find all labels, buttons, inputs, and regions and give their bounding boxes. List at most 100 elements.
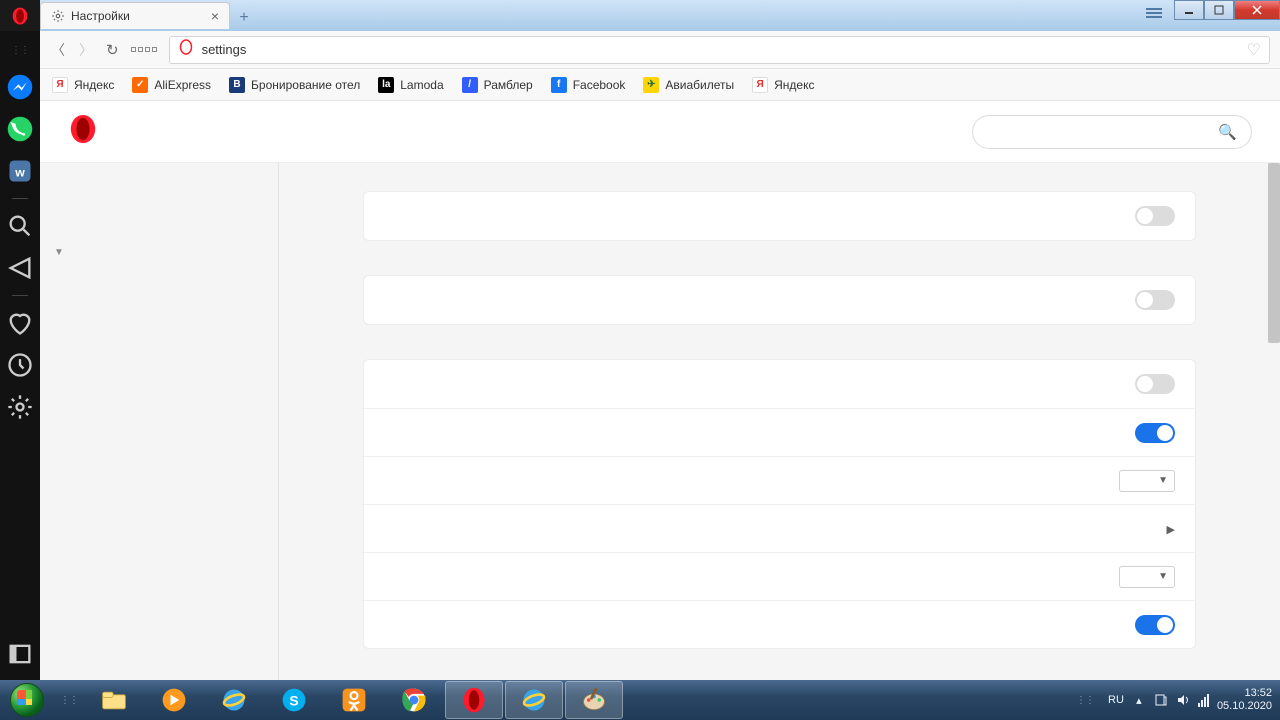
ie-taskbar-button[interactable] — [205, 681, 263, 719]
tabs-menu-icon[interactable] — [1144, 6, 1164, 20]
vk-icon[interactable]: w — [6, 157, 34, 185]
back-button[interactable]: 〈 — [50, 40, 66, 60]
settings-sidebar-icon[interactable] — [6, 393, 34, 421]
svg-text:w: w — [14, 165, 25, 179]
settings-row[interactable] — [364, 600, 1195, 648]
scrollbar-thumb[interactable] — [1268, 163, 1280, 343]
settings-main-pane: ▼ ▶ ▼ — [279, 163, 1280, 680]
dropdown-select[interactable]: ▼ — [1119, 470, 1175, 492]
bookmark-favicon: la — [378, 77, 394, 93]
bookmark-item[interactable]: ЯЯндекс — [52, 77, 114, 93]
maximize-button[interactable] — [1204, 0, 1234, 20]
forward-button[interactable]: 〉 — [78, 40, 94, 60]
windows-taskbar: ⋮⋮ S ⋮⋮ RU ▴ 13:52 05.10.2020 — [0, 680, 1280, 720]
bookmark-label: Facebook — [573, 78, 626, 92]
sidebar-grip-icon[interactable]: ⋮⋮ — [11, 45, 29, 56]
speed-dial-button[interactable] — [131, 47, 157, 52]
search-icon: 🔍 — [1218, 123, 1237, 141]
tray-time: 13:52 — [1217, 687, 1272, 700]
tray-clock[interactable]: 13:52 05.10.2020 — [1217, 687, 1272, 713]
toggle-switch[interactable] — [1135, 374, 1175, 394]
paint-taskbar-button[interactable] — [565, 681, 623, 719]
bookmark-item[interactable]: BБронирование отел — [229, 77, 360, 93]
tray-grip-icon[interactable]: ⋮⋮ — [1070, 695, 1100, 706]
settings-search[interactable]: 🔍 — [972, 115, 1252, 149]
bookmark-favicon: ✓ — [132, 77, 148, 93]
settings-row[interactable] — [364, 276, 1195, 324]
dropdown-select[interactable]: ▼ — [1119, 566, 1175, 588]
settings-row[interactable]: ▼ — [364, 456, 1195, 504]
skype-taskbar-button[interactable]: S — [265, 681, 323, 719]
bookmark-label: Авиабилеты — [665, 78, 734, 92]
titlebar: Настройки × + — [0, 0, 1280, 31]
settings-row[interactable] — [364, 192, 1195, 240]
opera-menu-button[interactable] — [0, 0, 40, 31]
volume-icon[interactable] — [1176, 693, 1190, 707]
toggle-switch[interactable] — [1135, 206, 1175, 226]
bookmark-label: Рамблер — [484, 78, 533, 92]
heart-sidebar-icon[interactable] — [6, 309, 34, 337]
reload-button[interactable]: ↻ — [106, 41, 119, 59]
system-tray: ⋮⋮ RU ▴ 13:52 05.10.2020 — [1070, 680, 1280, 720]
close-window-button[interactable] — [1234, 0, 1280, 20]
bookmark-label: Lamoda — [400, 78, 443, 92]
toggle-switch[interactable] — [1135, 423, 1175, 443]
explorer-taskbar-button[interactable] — [85, 681, 143, 719]
settings-row[interactable] — [364, 360, 1195, 408]
settings-row[interactable]: ▼ — [364, 552, 1195, 600]
bookmark-label: AliExpress — [154, 78, 211, 92]
language-indicator[interactable]: RU — [1108, 694, 1124, 706]
taskbar-grip-icon[interactable]: ⋮⋮ — [54, 695, 84, 706]
minimize-button[interactable] — [1174, 0, 1204, 20]
settings-header: 🔍 — [40, 101, 1280, 163]
settings-search-input[interactable] — [987, 124, 1218, 139]
search-sidebar-icon[interactable] — [6, 212, 34, 240]
history-icon[interactable] — [6, 351, 34, 379]
bookmark-label: Яндекс — [774, 78, 814, 92]
messenger-icon[interactable] — [6, 73, 34, 101]
bookmark-label: Яндекс — [74, 78, 114, 92]
browser-tab[interactable]: Настройки × — [40, 2, 230, 29]
chrome-taskbar-button[interactable] — [385, 681, 443, 719]
tray-chevron-up-icon[interactable]: ▴ — [1132, 693, 1146, 707]
address-bar[interactable]: ♡ — [169, 36, 1270, 64]
bookmarks-bar: Я Яндекс ✓ AliExpress BБронирование отел la La… — [40, 69, 1280, 101]
action-center-icon[interactable] — [1154, 693, 1168, 707]
tab-title: Настройки — [71, 9, 205, 23]
sidebar-separator — [12, 295, 28, 296]
chevron-right-icon[interactable]: ▶ — [1167, 524, 1175, 536]
panel-toggle-icon[interactable] — [6, 640, 34, 668]
opera-taskbar-button[interactable] — [445, 681, 503, 719]
chevron-down-icon[interactable]: ▼ — [54, 247, 64, 258]
new-tab-button[interactable]: + — [230, 4, 258, 31]
navigation-toolbar: 〈 〉 ↻ ♡ — [40, 31, 1280, 69]
toggle-switch[interactable] — [1135, 615, 1175, 635]
network-signal-icon[interactable] — [1198, 693, 1209, 707]
page-content: 🔍 ▼ ▼ ▶ ▼ — [40, 101, 1280, 680]
toggle-switch[interactable] — [1135, 290, 1175, 310]
settings-row[interactable]: ▶ — [364, 504, 1195, 552]
sidebar-separator — [12, 198, 28, 199]
flow-icon[interactable] — [6, 254, 34, 282]
start-button[interactable] — [0, 680, 54, 720]
bookmark-favicon: f — [551, 77, 567, 93]
bookmark-favicon: B — [229, 77, 245, 93]
url-input[interactable] — [202, 42, 1239, 57]
ie-window-taskbar-button[interactable] — [505, 681, 563, 719]
opera-sidebar: ⋮⋮ w — [0, 31, 40, 680]
bookmark-item[interactable]: ✓ AliExpress — [132, 77, 211, 93]
bookmark-favicon: Я — [752, 77, 768, 93]
tab-close-button[interactable]: × — [211, 8, 219, 24]
settings-row[interactable] — [364, 408, 1195, 456]
bookmark-item[interactable]: la Lamoda — [378, 77, 443, 93]
bookmark-item[interactable]: f Facebook — [551, 77, 626, 93]
bookmark-heart-icon[interactable]: ♡ — [1247, 40, 1261, 60]
bookmark-item[interactable]: Я Яндекс — [752, 77, 814, 93]
bookmark-item[interactable]: /Рамблер — [462, 77, 533, 93]
whatsapp-icon[interactable] — [6, 115, 34, 143]
bookmark-item[interactable]: ✈Авиабилеты — [643, 77, 734, 93]
svg-text:S: S — [289, 692, 298, 708]
site-info-icon[interactable] — [178, 39, 194, 60]
ok-taskbar-button[interactable] — [325, 681, 383, 719]
media-player-taskbar-button[interactable] — [145, 681, 203, 719]
